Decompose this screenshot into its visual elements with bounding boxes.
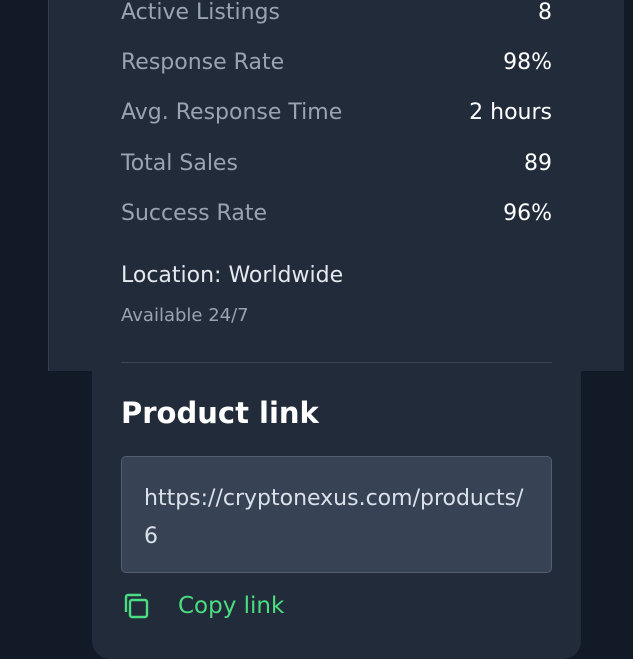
stat-row-avg-response-time: Avg. Response Time 2 hours [121, 97, 552, 127]
stat-row-active-listings: Active Listings 8 [121, 0, 552, 27]
seller-location: Location: Worldwide [121, 263, 344, 288]
product-link-title: Product link [121, 396, 319, 430]
stat-row-total-sales: Total Sales 89 [121, 148, 552, 178]
stat-row-response-rate: Response Rate 98% [121, 47, 552, 77]
copy-link-button[interactable]: Copy link [121, 589, 284, 623]
stat-label: Avg. Response Time [121, 99, 343, 125]
product-url-field[interactable]: https://cryptonexus.com/products/6 [121, 456, 552, 573]
stat-label: Success Rate [121, 200, 267, 226]
stat-label: Active Listings [121, 0, 280, 25]
stat-value: 2 hours [469, 99, 552, 125]
seller-availability: Available 24/7 [121, 305, 249, 326]
stat-value: 96% [503, 200, 552, 226]
copy-icon [121, 591, 151, 621]
copy-link-label: Copy link [178, 593, 285, 619]
stat-value: 98% [503, 49, 552, 75]
stat-value: 8 [538, 0, 552, 25]
section-divider [121, 362, 552, 363]
stat-label: Total Sales [121, 150, 238, 176]
stat-row-success-rate: Success Rate 96% [121, 198, 552, 228]
stat-label: Response Rate [121, 49, 285, 75]
stat-value: 89 [524, 150, 552, 176]
